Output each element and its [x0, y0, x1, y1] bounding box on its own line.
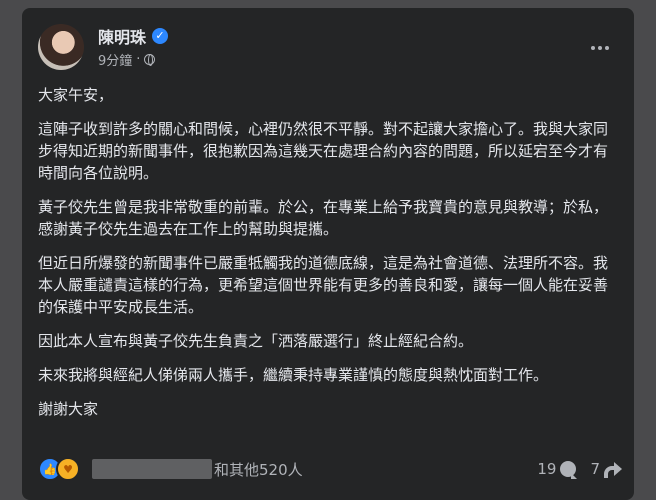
post-card: 陳明珠 ✓ 9分鐘 · 大家午安， 這陣子收到許多的關心和問候，心裡仍然很不平靜… — [22, 8, 634, 500]
post-paragraph-4: 但近日所爆發的新聞事件已嚴重牴觸我的道德底線，這是為社會道德、法理所不容。我本人… — [38, 254, 609, 316]
author-name[interactable]: 陳明珠 — [98, 24, 146, 48]
author-avatar[interactable] — [38, 24, 84, 70]
comment-icon — [560, 461, 578, 479]
reactions-count-text[interactable]: 和其他520人 — [214, 459, 303, 480]
comments-count: 19 — [537, 460, 557, 478]
post-paragraph-3: 黃子佼先生曾是我非常敬重的前輩。於公，在專業上給予我寶貴的意見與教導；於私，感謝… — [38, 198, 609, 238]
post-footer: 👍 ♥ 和其他520人 19 7 — [38, 452, 622, 486]
more-dot-3 — [605, 46, 609, 50]
more-dot-1 — [591, 46, 595, 50]
share-icon — [604, 462, 622, 478]
post-paragraph-5: 因此本人宣布與黃子佼先生負責之「洒落嚴選行」終止經紀合約。 — [38, 332, 474, 350]
post-time[interactable]: 9分鐘 — [98, 50, 132, 69]
care-reaction-icon: ♥ — [56, 457, 80, 481]
post-header: 陳明珠 ✓ 9分鐘 · — [38, 20, 618, 72]
more-dot-2 — [598, 46, 602, 50]
globe-icon[interactable] — [144, 54, 156, 66]
post-paragraph-6: 未來我將與經紀人俤俤兩人攜手，繼續秉持專業謹慎的態度與熱忱面對工作。 — [38, 366, 549, 384]
post-body: 大家午安， 這陣子收到許多的關心和問候，心裡仍然很不平靜。對不起讓大家擔心了。我… — [38, 84, 622, 432]
post-paragraph-2: 這陣子收到許多的關心和問候，心裡仍然很不平靜。對不起讓大家擔心了。我與大家同步得… — [38, 120, 609, 182]
verified-badge-icon: ✓ — [152, 28, 169, 44]
shares-count: 7 — [590, 460, 600, 478]
comments-stat[interactable]: 19 — [537, 460, 578, 479]
meta-separator: · — [136, 52, 141, 67]
redacted-names — [92, 459, 212, 479]
reactions-summary[interactable]: 👍 ♥ 和其他520人 — [38, 457, 303, 481]
post-meta: 9分鐘 · — [98, 50, 156, 69]
author-name-row: 陳明珠 ✓ — [98, 24, 169, 48]
shares-stat[interactable]: 7 — [590, 460, 622, 478]
post-paragraph-7: 謝謝大家 — [38, 400, 99, 418]
more-options-icon[interactable] — [582, 30, 618, 66]
post-stats: 19 7 — [537, 460, 622, 479]
post-paragraph-1: 大家午安， — [38, 86, 114, 104]
